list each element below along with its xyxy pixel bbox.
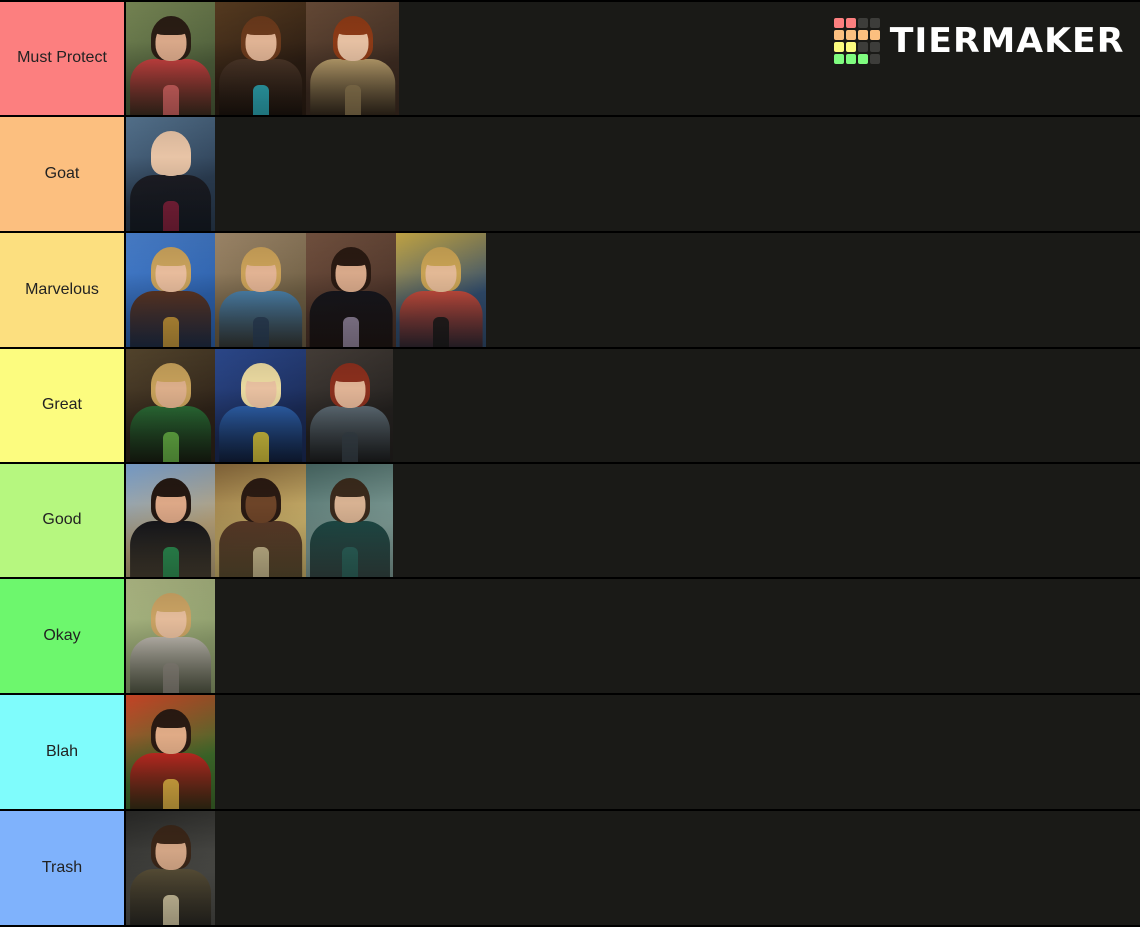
tier-item-lionel-luthor[interactable]: [306, 233, 396, 347]
logo-cell-2-3: [869, 42, 880, 52]
tier-label-goat[interactable]: Goat: [0, 117, 126, 231]
tier-items[interactable]: [126, 695, 1140, 809]
tier-label-marvelous[interactable]: Marvelous: [0, 233, 126, 347]
thumbnail-art: [306, 464, 393, 577]
logo-cell-0-3: [869, 18, 880, 28]
logo-cell-3-3: [869, 54, 880, 64]
tier-item-jonathan-kent-barn[interactable]: [215, 233, 306, 347]
logo-cell-0-0: [833, 18, 844, 28]
thumbnail-art: [215, 233, 306, 347]
logo-cell-2-2: [857, 42, 868, 52]
thumbnail-art: [306, 233, 396, 347]
tier-row: Great: [0, 349, 1140, 464]
tier-item-jimmy-olsen-camera[interactable]: [396, 233, 486, 347]
tiermaker-wordmark: TierMaker: [889, 21, 1125, 61]
thumbnail-art: [126, 579, 215, 693]
tiermaker-watermark: TierMaker: [833, 18, 1125, 64]
tiermaker-logo-icon: [833, 18, 880, 64]
logo-cell-1-0: [833, 30, 844, 40]
tier-items[interactable]: [126, 117, 1140, 231]
tier-item-dark-jacket-man[interactable]: [126, 811, 215, 925]
tier-items[interactable]: [126, 233, 1140, 347]
tier-item-whitney-fordman[interactable]: [126, 579, 215, 693]
thumbnail-art: [215, 2, 306, 115]
logo-cell-2-1: [845, 42, 856, 52]
thumbnail-art: [126, 233, 215, 347]
logo-cell-0-2: [857, 18, 868, 28]
tier-items[interactable]: [126, 349, 1140, 462]
logo-cell-2-0: [833, 42, 844, 52]
logo-cell-1-1: [845, 30, 856, 40]
thumbnail-art: [126, 811, 215, 925]
tier-item-pete-ross[interactable]: [215, 464, 306, 577]
tier-item-kara-supergirl[interactable]: [215, 349, 306, 462]
logo-cell-0-1: [845, 18, 856, 28]
tier-item-lana-lang[interactable]: [126, 464, 215, 577]
thumbnail-art: [215, 464, 306, 577]
logo-cell-3-0: [833, 54, 844, 64]
tier-item-lois-lane[interactable]: [306, 349, 393, 462]
logo-cell-3-1: [845, 54, 856, 64]
tier-item-lex-luthor[interactable]: [126, 117, 215, 231]
logo-cell-1-2: [857, 30, 868, 40]
thumbnail-art: [215, 349, 306, 462]
tier-label-blah[interactable]: Blah: [0, 695, 126, 809]
tier-item-clark-kent-football[interactable]: [126, 2, 215, 115]
tier-items[interactable]: [126, 579, 1140, 693]
tier-items[interactable]: [126, 464, 1140, 577]
tier-row: Trash: [0, 811, 1140, 927]
thumbnail-art: [126, 2, 215, 115]
tier-item-talon-employee-red-polo[interactable]: [126, 695, 215, 809]
thumbnail-art: [126, 349, 215, 462]
logo-cell-3-2: [857, 54, 868, 64]
tier-row: Marvelous: [0, 233, 1140, 349]
tier-item-martha-kent-redhead[interactable]: [306, 2, 399, 115]
tier-label-trash[interactable]: Trash: [0, 811, 126, 925]
tier-item-green-cloaked-figure[interactable]: [306, 464, 393, 577]
thumbnail-art: [126, 695, 215, 809]
thumbnail-art: [306, 2, 399, 115]
tier-items[interactable]: [126, 811, 1140, 925]
tier-label-okay[interactable]: Okay: [0, 579, 126, 693]
tier-row: Good: [0, 464, 1140, 579]
tier-row: Goat: [0, 117, 1140, 233]
thumbnail-art: [126, 464, 215, 577]
tier-rows-container: Must Protect Goat Marvelous Great Good Okay Bl…: [0, 0, 1140, 927]
tier-label-great[interactable]: Great: [0, 349, 126, 462]
tier-item-chloe-sullivan-brunette[interactable]: [215, 2, 306, 115]
tier-item-chloe-sullivan-blonde[interactable]: [126, 233, 215, 347]
tier-row: Blah: [0, 695, 1140, 811]
tier-item-oliver-queen-green-arrow[interactable]: [126, 349, 215, 462]
thumbnail-art: [306, 349, 393, 462]
tier-row: Okay: [0, 579, 1140, 695]
thumbnail-art: [396, 233, 486, 347]
tier-list-board: TierMaker Must Protect Goat Marvelous Great…: [0, 0, 1140, 927]
thumbnail-art: [126, 117, 215, 231]
tier-label-must-protect[interactable]: Must Protect: [0, 2, 126, 115]
tier-label-good[interactable]: Good: [0, 464, 126, 577]
logo-cell-1-3: [869, 30, 880, 40]
